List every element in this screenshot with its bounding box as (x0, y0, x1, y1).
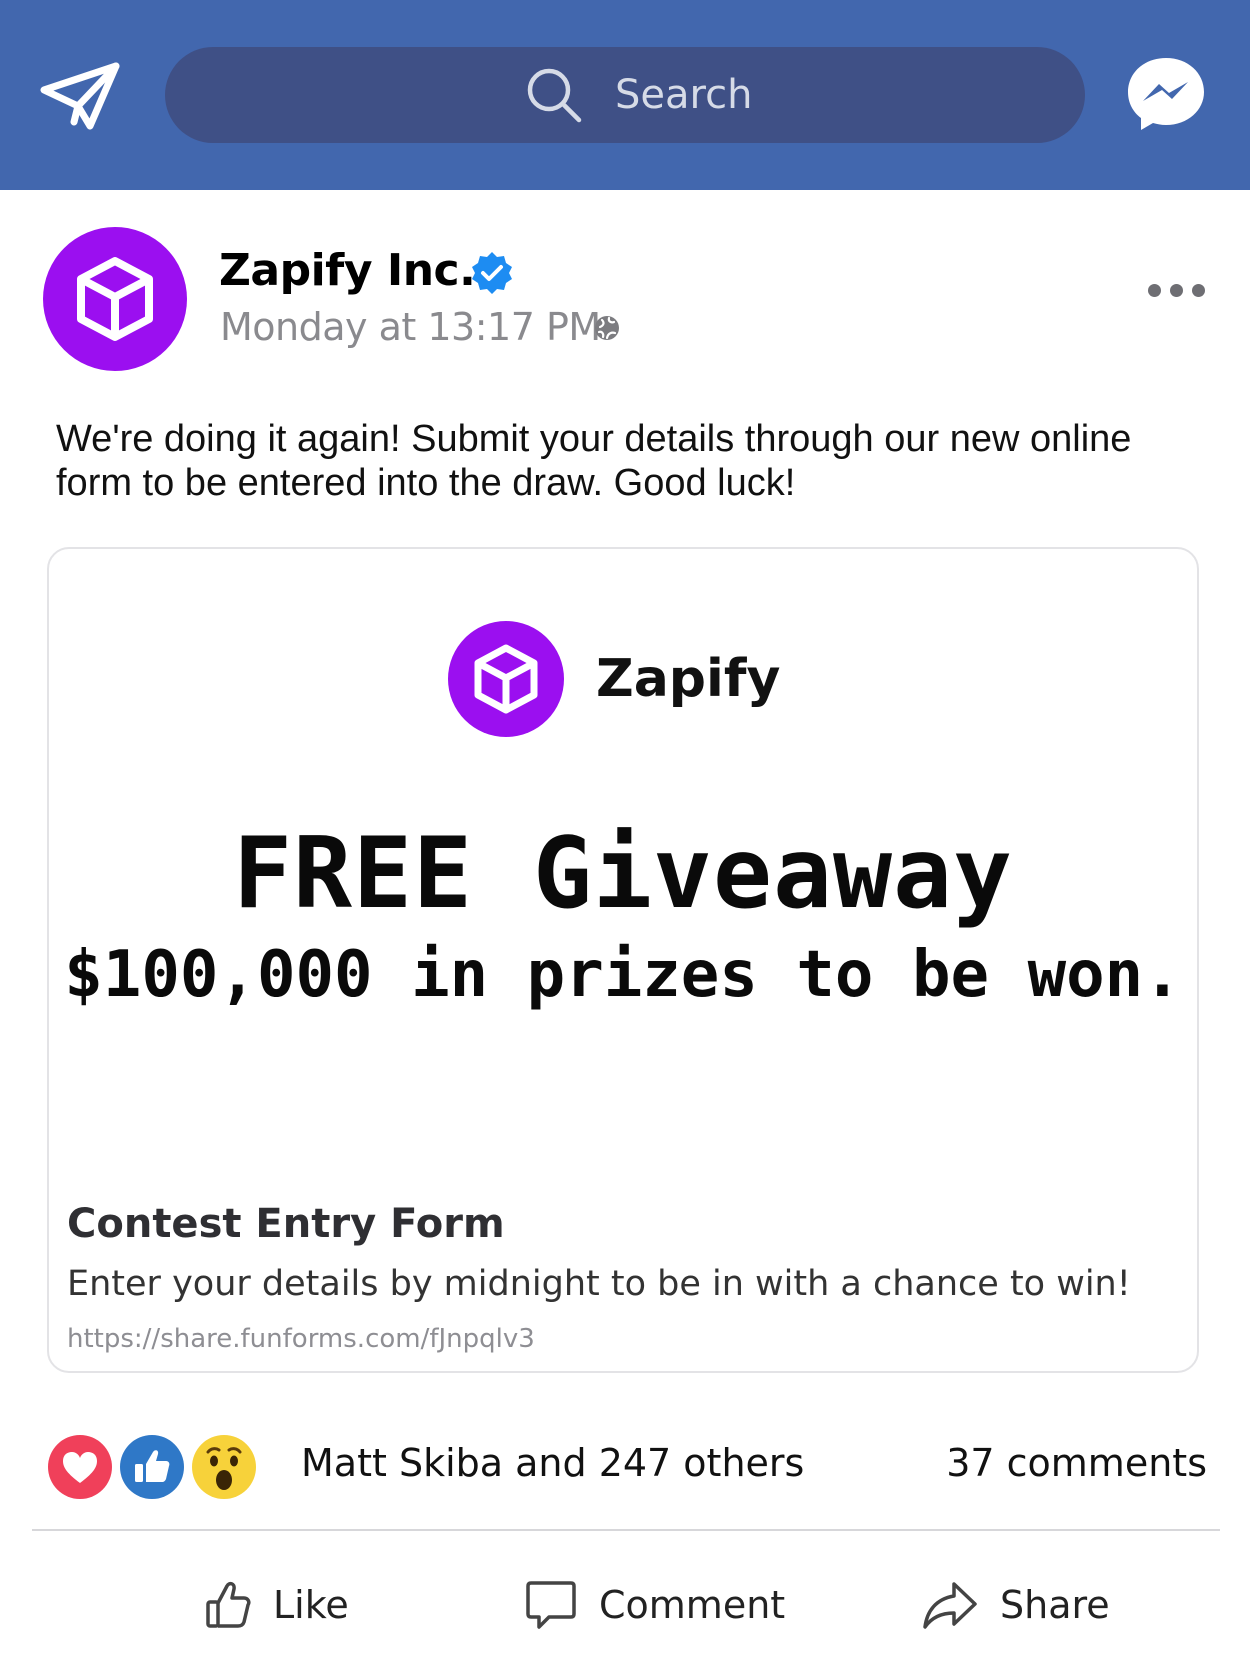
cube-icon (474, 644, 538, 714)
like-button[interactable]: Like (205, 1575, 349, 1635)
like-icon (117, 1432, 187, 1502)
divider (32, 1529, 1220, 1531)
wow-icon (189, 1432, 259, 1502)
more-options-icon[interactable] (1148, 280, 1208, 300)
search-icon (527, 68, 582, 123)
link-url: https://share.funforms.com/fJnpqlv3 (67, 1324, 535, 1354)
paper-plane-icon[interactable] (40, 62, 120, 134)
link-title: Contest Entry Form (67, 1201, 505, 1247)
top-bar: Search (0, 0, 1250, 190)
search-bar[interactable]: Search (165, 47, 1085, 143)
comments-count[interactable]: 37 comments (946, 1441, 1207, 1485)
post-author-name[interactable]: Zapify Inc. (219, 245, 476, 296)
share-button[interactable]: Share (922, 1575, 1110, 1635)
share-label: Share (1000, 1583, 1110, 1627)
brand-name: Zapify (596, 649, 781, 709)
search-placeholder: Search (615, 72, 753, 118)
reactors-text[interactable]: Matt Skiba and 247 others (301, 1441, 804, 1485)
thumbs-up-icon (206, 1581, 251, 1628)
comment-button[interactable]: Comment (525, 1575, 785, 1635)
brand-logo (448, 621, 564, 737)
giveaway-subheadline: $100,000 in prizes to be won. (64, 938, 1182, 1012)
share-arrow-icon (923, 1582, 977, 1629)
reactions-summary[interactable] (45, 1432, 275, 1504)
link-preview-card[interactable]: Zapify FREE Giveaway $100,000 in prizes … (47, 547, 1199, 1373)
like-label: Like (273, 1583, 349, 1627)
link-description: Enter your details by midnight to be in … (67, 1264, 1131, 1304)
verified-badge-icon (470, 251, 514, 295)
comment-label: Comment (599, 1583, 786, 1627)
globe-icon (593, 314, 621, 342)
cube-icon (77, 257, 153, 341)
page-avatar[interactable] (43, 227, 187, 371)
giveaway-headline: FREE Giveaway (232, 817, 1013, 931)
love-icon (45, 1432, 115, 1502)
messenger-icon[interactable] (1126, 56, 1206, 132)
post-timestamp[interactable]: Monday at 13:17 PM (220, 305, 601, 349)
comment-bubble-icon (526, 1581, 576, 1629)
post-body-text: We're doing it again! Submit your detail… (56, 418, 1132, 504)
